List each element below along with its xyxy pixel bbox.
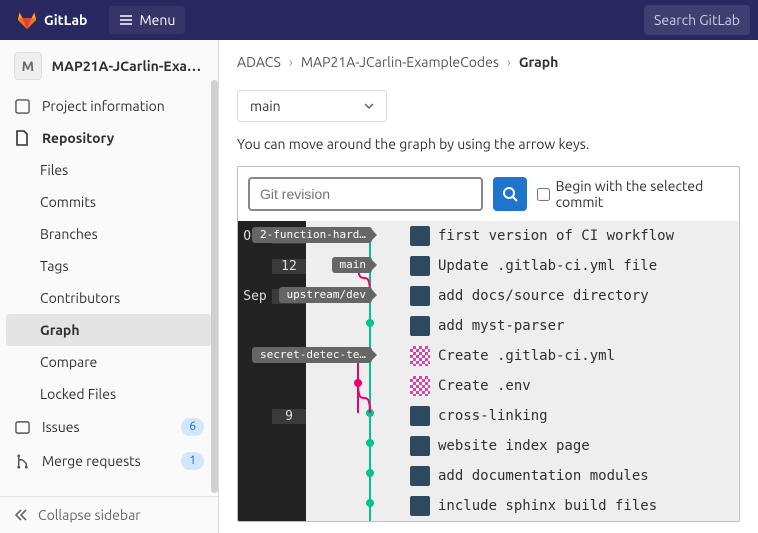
commit-message: include sphinx build files <box>438 498 657 514</box>
avatar <box>410 406 430 426</box>
avatar <box>410 436 430 456</box>
avatar <box>410 256 430 276</box>
gitlab-icon <box>16 9 38 31</box>
search-icon <box>502 186 518 202</box>
collapse-sidebar-button[interactable]: Collapse sidebar <box>0 496 218 533</box>
commit-message: Create .env <box>438 378 531 394</box>
menu-label: Menu <box>139 12 175 28</box>
sidebar-sub-graph[interactable]: Graph <box>6 314 212 346</box>
sidebar-sub-files[interactable]: Files <box>0 154 218 186</box>
graph-area[interactable]: Oct1212Sep239 2-function-hard…mainupstre… <box>238 221 739 521</box>
brand-text: GitLab <box>44 12 87 28</box>
sidebar-sub-locked[interactable]: Locked Files <box>0 378 218 410</box>
date-gutter: Oct1212Sep239 <box>238 221 306 521</box>
avatar <box>410 376 430 396</box>
commit-message: cross-linking <box>438 408 548 424</box>
sidebar-nav: Project information Repository Files Com… <box>0 90 218 496</box>
breadcrumb: ADACS › MAP21A-JCarlin-ExampleCodes › Gr… <box>219 54 758 80</box>
avatar <box>410 286 430 306</box>
commit-row[interactable]: add docs/source directory <box>410 285 649 307</box>
issues-icon <box>14 420 30 435</box>
commit-message: first version of CI workflow <box>438 228 674 244</box>
branch-selector[interactable]: main <box>237 90 387 122</box>
avatar <box>410 316 430 336</box>
commit-row[interactable]: first version of CI workflow <box>410 225 674 247</box>
search-input[interactable]: Search GitLab <box>644 5 750 35</box>
search-rev-button[interactable] <box>493 177 527 211</box>
commit-row[interactable]: include sphinx build files <box>410 495 657 517</box>
graph-filter-row: Begin with the selected commit <box>238 167 739 221</box>
project-name: MAP21A-JCarlin-Exam.. <box>52 58 204 74</box>
commit-message: add myst-parser <box>438 318 564 334</box>
avatar <box>410 346 430 366</box>
commit-message: Create .gitlab-ci.yml <box>438 348 615 364</box>
project-header[interactable]: M MAP21A-JCarlin-Exam.. <box>0 40 218 90</box>
commit-message: Update .gitlab-ci.yml file <box>438 258 657 274</box>
commit-row[interactable]: add myst-parser <box>410 315 564 337</box>
content: ADACS › MAP21A-JCarlin-ExampleCodes › Gr… <box>219 40 758 533</box>
commit-row[interactable]: Update .gitlab-ci.yml file <box>410 255 657 277</box>
commit-row[interactable]: Create .gitlab-ci.yml <box>410 345 615 367</box>
commit-message: add documentation modules <box>438 468 649 484</box>
commit-row[interactable]: add documentation modules <box>410 465 649 487</box>
avatar <box>410 496 430 516</box>
sidebar-sub-tags[interactable]: Tags <box>0 250 218 282</box>
sidebar-item-repository[interactable]: Repository <box>0 122 218 154</box>
breadcrumb-project[interactable]: MAP21A-JCarlin-ExampleCodes <box>301 54 499 70</box>
ref-tag[interactable]: 2-function-hard… <box>252 227 372 243</box>
git-revision-input[interactable] <box>248 177 483 211</box>
issues-count-badge: 6 <box>181 418 204 436</box>
mr-count-badge: 1 <box>181 452 204 470</box>
topbar: GitLab Menu Search GitLab <box>0 0 758 40</box>
sidebar-scrollbar[interactable] <box>211 80 218 493</box>
sidebar-sub-branches[interactable]: Branches <box>0 218 218 250</box>
merge-icon <box>14 454 30 469</box>
search-placeholder: Search GitLab <box>654 12 740 28</box>
graph-hint: You can move around the graph by using t… <box>219 136 758 166</box>
commits-column: first version of CI workflow Update .gitl… <box>378 221 739 521</box>
hamburger-icon <box>119 13 133 27</box>
sidebar-sub-contributors[interactable]: Contributors <box>0 282 218 314</box>
chevrons-left-icon <box>14 508 28 522</box>
avatar <box>410 226 430 246</box>
sidebar-item-issues[interactable]: Issues 6 <box>0 410 218 444</box>
doc-icon <box>14 130 30 146</box>
ref-tag[interactable]: main <box>332 257 373 273</box>
breadcrumb-current: Graph <box>519 54 559 70</box>
branch-selector-value: main <box>250 98 281 114</box>
sidebar-sub-commits[interactable]: Commits <box>0 186 218 218</box>
commit-message: add docs/source directory <box>438 288 649 304</box>
commit-row[interactable]: Create .env <box>410 375 531 397</box>
avatar <box>410 466 430 486</box>
ref-tag[interactable]: upstream/dev <box>279 287 372 303</box>
chevron-down-icon <box>364 101 374 111</box>
sidebar: M MAP21A-JCarlin-Exam.. Project informat… <box>0 40 219 533</box>
commit-row[interactable]: cross-linking <box>410 405 548 427</box>
breadcrumb-group[interactable]: ADACS <box>237 54 281 70</box>
menu-button[interactable]: Menu <box>109 6 185 34</box>
ref-tag[interactable]: secret-detec-te… <box>252 347 372 363</box>
commit-row[interactable]: website index page <box>410 435 590 457</box>
commit-message: website index page <box>438 438 590 454</box>
project-avatar: M <box>14 52 42 80</box>
gitlab-logo[interactable]: GitLab <box>8 9 95 31</box>
sidebar-item-mrs[interactable]: Merge requests 1 <box>0 444 218 478</box>
graph-panel: Begin with the selected commit Oct1212Se… <box>237 166 740 522</box>
sidebar-item-project-info[interactable]: Project information <box>0 90 218 122</box>
begin-selected-checkbox-input[interactable] <box>537 188 550 201</box>
ref-lane: 2-function-hard…mainupstream/devsecret-d… <box>306 221 378 521</box>
info-icon <box>14 99 30 114</box>
sidebar-sub-compare[interactable]: Compare <box>0 346 218 378</box>
begin-selected-checkbox[interactable]: Begin with the selected commit <box>537 178 729 210</box>
